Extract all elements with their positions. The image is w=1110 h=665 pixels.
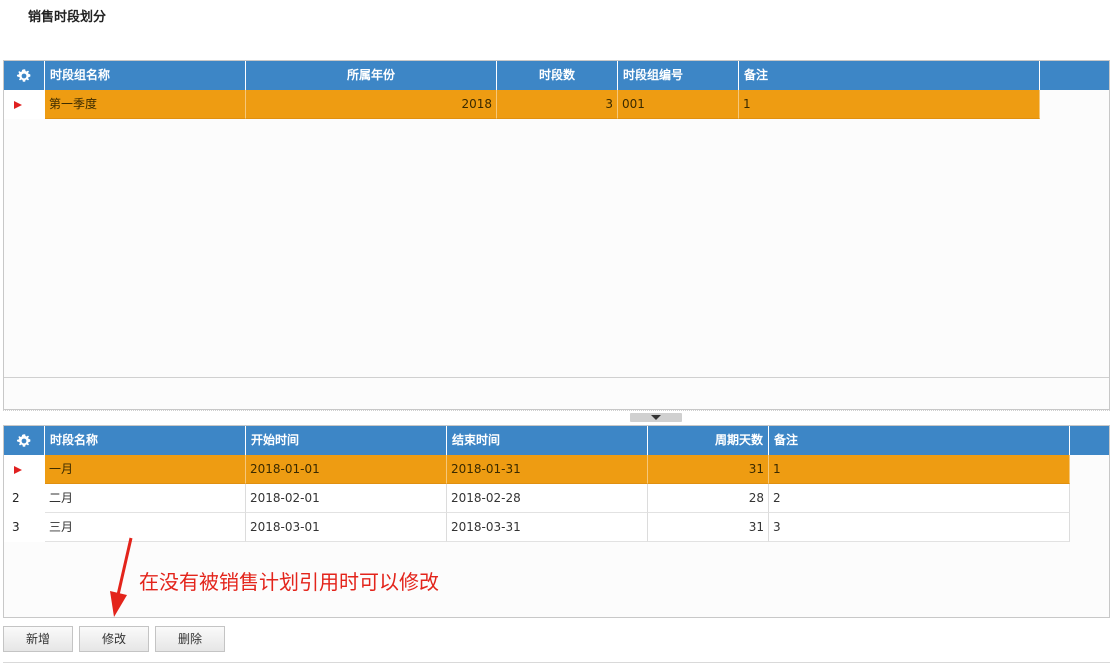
annotation-text: 在没有被销售计划引用时可以修改: [139, 570, 439, 594]
column-header-period-count[interactable]: 时段数: [497, 61, 618, 90]
column-header-cycle-days[interactable]: 周期天数: [648, 426, 769, 455]
column-header-period-name[interactable]: 时段名称: [45, 426, 246, 455]
divider: [3, 410, 1110, 411]
delete-button[interactable]: 删除: [155, 626, 225, 652]
cell-group-code[interactable]: 001: [618, 90, 739, 119]
cell-cycle-days[interactable]: 31: [648, 455, 769, 484]
cell-end-time[interactable]: 2018-02-28: [447, 484, 648, 513]
cell-year[interactable]: 2018: [246, 90, 497, 119]
column-header-group-name[interactable]: 时段组名称: [45, 61, 246, 90]
cell-remark[interactable]: 2: [769, 484, 1070, 513]
column-header-remark[interactable]: 备注: [769, 426, 1070, 455]
cell-period-count[interactable]: 3: [497, 90, 618, 119]
cell-end-time[interactable]: 2018-01-31: [447, 455, 648, 484]
period-group-grid: 时段组名称 所属年份 时段数 时段组编号 备注 第一季度 2018 3 001 …: [3, 60, 1110, 410]
column-header-end-time[interactable]: 结束时间: [447, 426, 648, 455]
table-row[interactable]: 第一季度 2018 3 001 1: [4, 90, 1040, 119]
cell-remark[interactable]: 1: [769, 455, 1070, 484]
gear-icon[interactable]: [4, 426, 45, 455]
column-header-remark[interactable]: 备注: [739, 61, 1040, 90]
column-header-start-time[interactable]: 开始时间: [246, 426, 447, 455]
grid-footer: [4, 377, 1109, 409]
gear-icon[interactable]: [4, 61, 45, 90]
cell-remark[interactable]: 3: [769, 513, 1070, 542]
column-header-group-code[interactable]: 时段组编号: [618, 61, 739, 90]
cell-cycle-days[interactable]: 28: [648, 484, 769, 513]
grid-header: 时段名称 开始时间 结束时间 周期天数 备注: [4, 426, 1109, 455]
cell-period-name[interactable]: 一月: [45, 455, 246, 484]
page-title: 销售时段划分: [28, 10, 107, 25]
cell-start-time[interactable]: 2018-02-01: [246, 484, 447, 513]
divider: [3, 662, 1110, 663]
chevron-down-icon: [651, 415, 661, 420]
cell-end-time[interactable]: 2018-03-31: [447, 513, 648, 542]
current-row-arrow-icon: [14, 100, 22, 109]
add-button[interactable]: 新增: [3, 626, 73, 652]
row-index: 3: [4, 513, 45, 542]
row-indicator: [4, 90, 45, 119]
edit-button[interactable]: 修改: [79, 626, 149, 652]
splitter-handle[interactable]: [630, 413, 682, 422]
annotation-arrow-icon: [110, 537, 133, 617]
cell-period-name[interactable]: 二月: [45, 484, 246, 513]
cell-start-time[interactable]: 2018-01-01: [246, 455, 447, 484]
column-header-year[interactable]: 所属年份: [246, 61, 497, 90]
cell-cycle-days[interactable]: 31: [648, 513, 769, 542]
table-row[interactable]: 3 三月 2018-03-01 2018-03-31 31 3: [4, 513, 1070, 542]
table-row[interactable]: 一月 2018-01-01 2018-01-31 31 1: [4, 455, 1070, 484]
table-row[interactable]: 2 二月 2018-02-01 2018-02-28 28 2: [4, 484, 1070, 513]
current-row-arrow-icon: [14, 465, 22, 474]
cell-group-name[interactable]: 第一季度: [45, 90, 246, 119]
cell-start-time[interactable]: 2018-03-01: [246, 513, 447, 542]
grid-header: 时段组名称 所属年份 时段数 时段组编号 备注: [4, 61, 1109, 90]
cell-remark[interactable]: 1: [739, 90, 1040, 119]
cell-period-name[interactable]: 三月: [45, 513, 246, 542]
row-indicator: [4, 455, 45, 484]
row-index: 2: [4, 484, 45, 513]
